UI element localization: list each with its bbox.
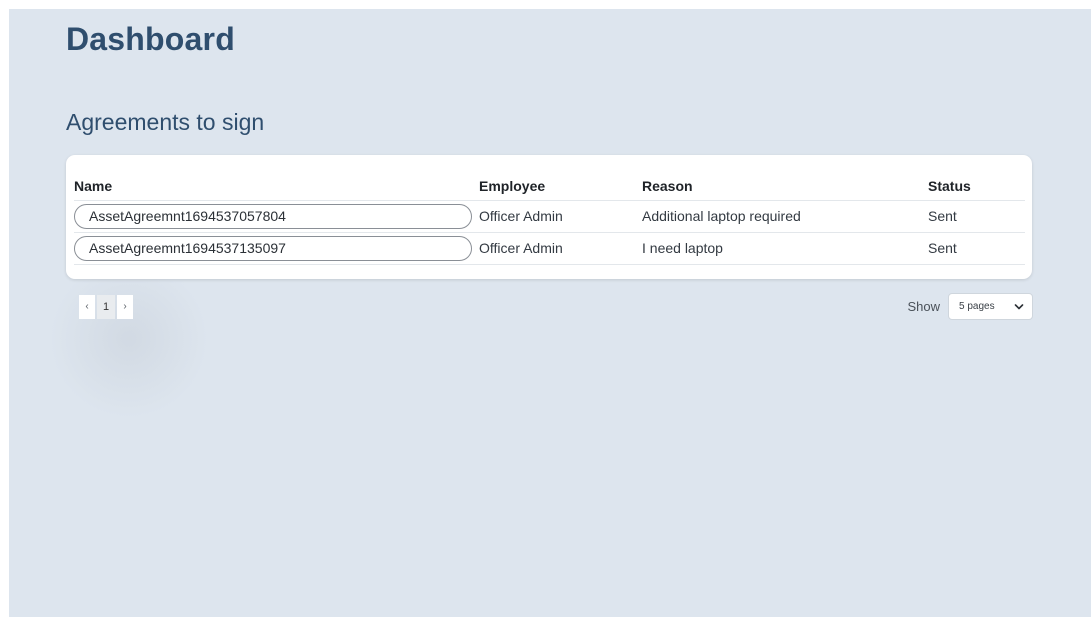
cell-reason: Additional laptop required <box>642 200 928 233</box>
section-title: Agreements to sign <box>66 109 265 135</box>
page-size-select[interactable]: 5 pages <box>948 293 1033 320</box>
agreement-name-link[interactable]: AssetAgreemnt1694537135097 <box>74 235 472 261</box>
column-header-employee[interactable]: Employee <box>479 173 642 201</box>
page-size-control: Show 5 pages <box>907 293 1033 320</box>
page-size-value: 5 pages <box>959 301 995 312</box>
chevron-down-icon <box>1014 302 1024 312</box>
table-row: AssetAgreemnt1694537057804 Officer Admin… <box>74 200 1025 233</box>
agreements-table: Name Employee Reason Status AssetAgreemn… <box>74 173 1025 265</box>
cell-employee: Officer Admin <box>479 232 642 265</box>
background-glow <box>49 259 209 419</box>
agreement-name-link[interactable]: AssetAgreemnt1694537057804 <box>74 203 472 229</box>
dashboard-canvas: Dashboard Agreements to sign Name Employ… <box>9 9 1091 617</box>
table-row: AssetAgreemnt1694537135097 Officer Admin… <box>74 232 1025 265</box>
column-header-reason[interactable]: Reason <box>642 173 928 201</box>
page-size-label: Show <box>907 299 940 314</box>
column-header-status[interactable]: Status <box>928 173 1025 201</box>
table-header-row: Name Employee Reason Status <box>74 173 1025 201</box>
pagination-next-button[interactable]: › <box>117 295 133 319</box>
pagination-page-button[interactable]: 1 <box>97 295 115 319</box>
cell-employee: Officer Admin <box>479 200 642 233</box>
agreements-card: Name Employee Reason Status AssetAgreemn… <box>66 155 1032 279</box>
pagination: ‹ 1 › <box>79 295 133 319</box>
pagination-prev-button[interactable]: ‹ <box>79 295 95 319</box>
cell-status: Sent <box>928 232 1025 265</box>
page-title: Dashboard <box>66 21 235 57</box>
cell-status: Sent <box>928 200 1025 233</box>
column-header-name[interactable]: Name <box>74 173 479 201</box>
cell-name: AssetAgreemnt1694537057804 <box>74 200 479 233</box>
cell-reason: I need laptop <box>642 232 928 265</box>
cell-name: AssetAgreemnt1694537135097 <box>74 232 479 265</box>
